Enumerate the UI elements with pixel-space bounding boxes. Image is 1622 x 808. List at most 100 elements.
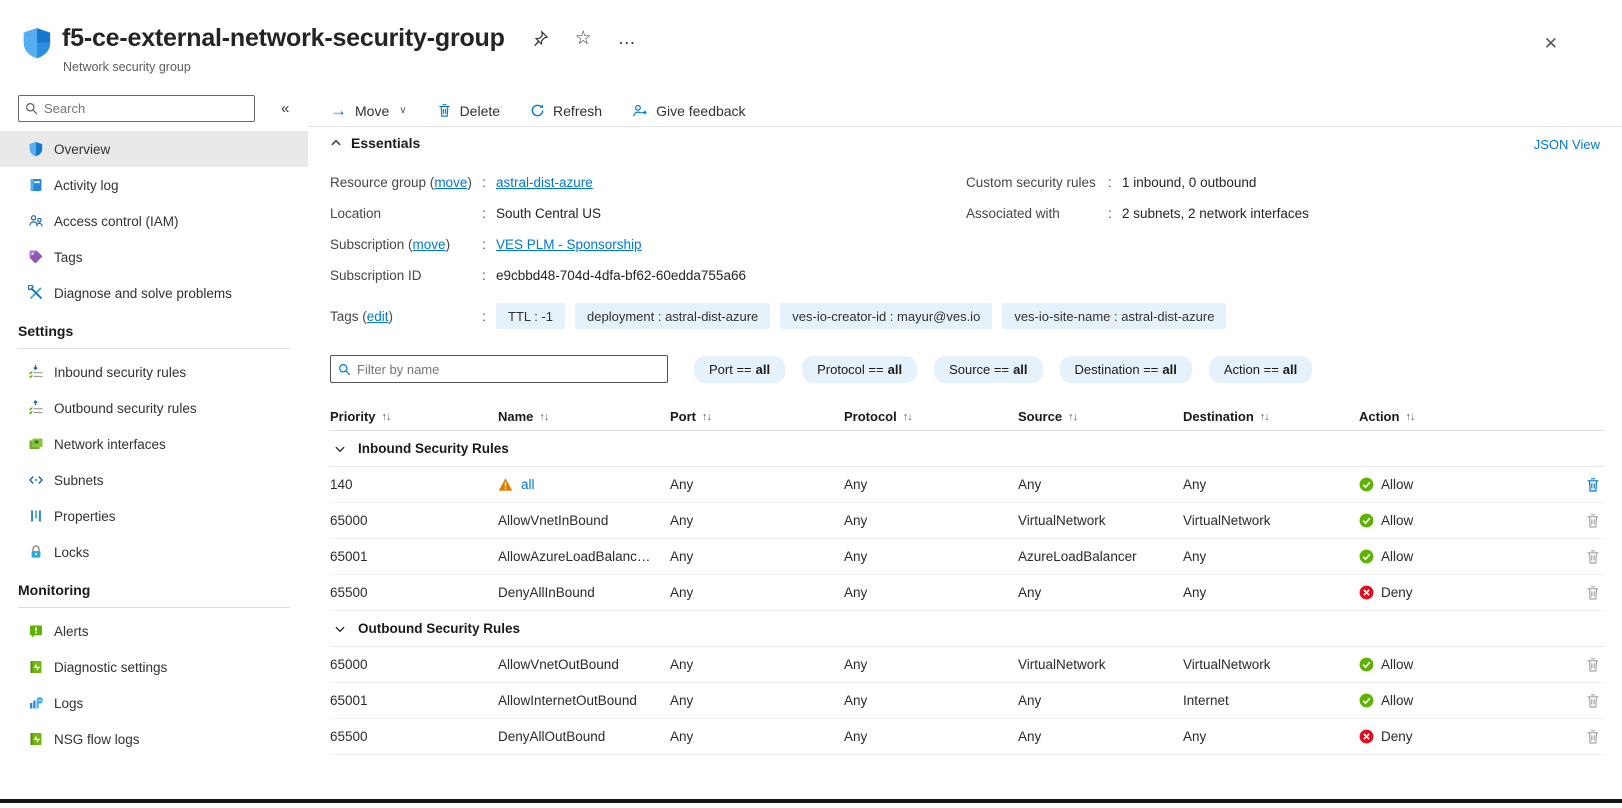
sidebar-item-label: Outbound security rules <box>54 401 197 416</box>
search-icon <box>25 102 38 115</box>
allow-status-icon <box>1359 657 1374 672</box>
chevron-down-icon: ∨ <box>399 105 406 116</box>
favorite-star-icon[interactable]: ☆ <box>575 27 592 50</box>
chevron-down-icon <box>334 623 346 635</box>
nsg-flow-logs-icon <box>28 731 45 747</box>
filter-pill-destination[interactable]: Destination == all <box>1060 356 1192 383</box>
filter-pill-action[interactable]: Action == all <box>1209 356 1312 383</box>
sidebar-item-locks[interactable]: Locks <box>0 534 308 570</box>
table-row[interactable]: 65001 AllowInternetOutBound Any Any Any … <box>330 683 1605 719</box>
delete-rule-icon[interactable] <box>1585 585 1601 601</box>
locks-icon <box>28 544 45 560</box>
delete-button[interactable]: Delete <box>437 103 500 119</box>
collapse-sidebar-icon[interactable]: « <box>281 100 289 117</box>
security-rules-table: Priority↑↓ Name↑↓ Port↑↓ Protocol↑↓ Sour… <box>330 403 1605 755</box>
sidebar-item-label: Logs <box>54 696 83 711</box>
sort-icon: ↑↓ <box>1260 411 1269 423</box>
rule-name: DenyAllOutBound <box>498 729 605 744</box>
sidebar-item-label: Network interfaces <box>54 437 166 452</box>
table-row[interactable]: 140 all Any Any Any Any Allow <box>330 467 1605 503</box>
sidebar-search-input[interactable] <box>44 101 244 116</box>
sidebar-item-network-interfaces[interactable]: Network interfaces <box>0 426 308 462</box>
sidebar-item-subnets[interactable]: Subnets <box>0 462 308 498</box>
tags-edit-link[interactable]: edit <box>367 309 389 324</box>
tag-pill-ttl[interactable]: TTL : -1 <box>496 303 565 329</box>
subscription-link[interactable]: VES PLM - Sponsorship <box>496 237 642 252</box>
sidebar-item-overview[interactable]: Overview <box>0 131 308 167</box>
diagnostic-settings-icon <box>28 659 45 675</box>
sidebar-search[interactable] <box>18 95 255 122</box>
table-row[interactable]: 65500 DenyAllOutBound Any Any Any Any De… <box>330 719 1605 755</box>
allow-status-icon <box>1359 549 1374 564</box>
more-options-icon[interactable]: … <box>618 28 637 49</box>
delete-rule-icon[interactable] <box>1585 729 1601 745</box>
subscription-move-link[interactable]: move <box>413 237 446 252</box>
sidebar-item-label: Inbound security rules <box>54 365 186 380</box>
tag-pill-deployment[interactable]: deployment : astral-dist-azure <box>575 303 770 329</box>
move-button[interactable]: → Move ∨ <box>330 102 407 119</box>
sidebar-item-outbound-rules[interactable]: Outbound security rules <box>0 390 308 426</box>
filter-by-name-input[interactable] <box>357 362 647 377</box>
nsg-shield-icon <box>20 26 54 60</box>
sidebar-item-activity-log[interactable]: Activity log <box>0 167 308 203</box>
window-bottom-edge <box>0 799 1622 803</box>
column-header-protocol[interactable]: Protocol↑↓ <box>844 409 1018 424</box>
allow-status-icon <box>1359 513 1374 528</box>
sidebar-item-inbound-rules[interactable]: Inbound security rules <box>0 354 308 390</box>
inbound-rules-icon <box>28 364 45 380</box>
delete-trash-icon <box>437 103 452 118</box>
delete-rule-icon[interactable] <box>1585 657 1601 673</box>
sidebar-item-diagnose[interactable]: Diagnose and solve problems <box>0 275 308 311</box>
tag-pill-site-name[interactable]: ves-io-site-name : astral-dist-azure <box>1002 303 1226 329</box>
table-row[interactable]: 65000 AllowVnetOutBound Any Any VirtualN… <box>330 647 1605 683</box>
refresh-button[interactable]: Refresh <box>530 103 602 119</box>
filter-pill-protocol[interactable]: Protocol == all <box>802 356 917 383</box>
resource-group-move-link[interactable]: move <box>434 175 467 190</box>
filter-pill-source[interactable]: Source == all <box>934 356 1042 383</box>
table-row[interactable]: 65001 AllowAzureLoadBalanc… Any Any Azur… <box>330 539 1605 575</box>
column-header-source[interactable]: Source↑↓ <box>1018 409 1183 424</box>
rule-name: AllowVnetInBound <box>498 513 608 528</box>
sidebar-item-nsg-flow-logs[interactable]: NSG flow logs <box>0 721 308 757</box>
delete-rule-icon[interactable] <box>1585 477 1601 493</box>
page-subtitle: Network security group <box>63 60 191 74</box>
json-view-link[interactable]: JSON View <box>1534 137 1600 152</box>
access-control-icon <box>28 213 45 229</box>
sidebar-item-tags[interactable]: Tags <box>0 239 308 275</box>
pin-icon[interactable] <box>531 30 549 48</box>
sidebar-item-label: Locks <box>54 545 89 560</box>
tag-pill-creator[interactable]: ves-io-creator-id : mayur@ves.io <box>780 303 992 329</box>
sidebar-item-logs[interactable]: Logs <box>0 685 308 721</box>
delete-rule-icon[interactable] <box>1585 513 1601 529</box>
command-bar: → Move ∨ Delete Refresh <box>308 95 1622 127</box>
sidebar-item-alerts[interactable]: Alerts <box>0 613 308 649</box>
main-content: → Move ∨ Delete Refresh <box>308 95 1622 808</box>
refresh-icon <box>530 103 545 118</box>
column-header-name[interactable]: Name↑↓ <box>498 409 670 424</box>
sidebar-section-monitoring: Monitoring <box>18 582 290 608</box>
allow-status-icon <box>1359 693 1374 708</box>
column-header-action[interactable]: Action↑↓ <box>1359 409 1565 424</box>
column-header-port[interactable]: Port↑↓ <box>670 409 844 424</box>
outbound-rules-group[interactable]: Outbound Security Rules <box>330 611 1605 647</box>
give-feedback-button[interactable]: Give feedback <box>632 103 746 119</box>
column-header-priority[interactable]: Priority↑↓ <box>330 409 498 424</box>
close-blade-icon[interactable]: ✕ <box>1544 34 1558 54</box>
filter-pill-port[interactable]: Port == all <box>694 356 785 383</box>
rule-name-link[interactable]: all <box>521 477 535 492</box>
sort-icon: ↑↓ <box>1068 411 1077 423</box>
essentials-toggle[interactable]: Essentials <box>330 135 420 151</box>
filter-by-name-box[interactable] <box>330 355 668 383</box>
sidebar-item-diagnostic-settings[interactable]: Diagnostic settings <box>0 649 308 685</box>
sidebar-item-properties[interactable]: Properties <box>0 498 308 534</box>
feedback-person-icon <box>632 103 648 119</box>
inbound-rules-group[interactable]: Inbound Security Rules <box>330 431 1605 467</box>
table-row[interactable]: 65500 DenyAllInBound Any Any Any Any Den… <box>330 575 1605 611</box>
column-header-destination[interactable]: Destination↑↓ <box>1183 409 1359 424</box>
resource-group-link[interactable]: astral-dist-azure <box>496 175 593 190</box>
delete-rule-icon[interactable] <box>1585 693 1601 709</box>
table-row[interactable]: 65000 AllowVnetInBound Any Any VirtualNe… <box>330 503 1605 539</box>
delete-rule-icon[interactable] <box>1585 549 1601 565</box>
refresh-label: Refresh <box>553 103 602 119</box>
sidebar-item-access-control[interactable]: Access control (IAM) <box>0 203 308 239</box>
